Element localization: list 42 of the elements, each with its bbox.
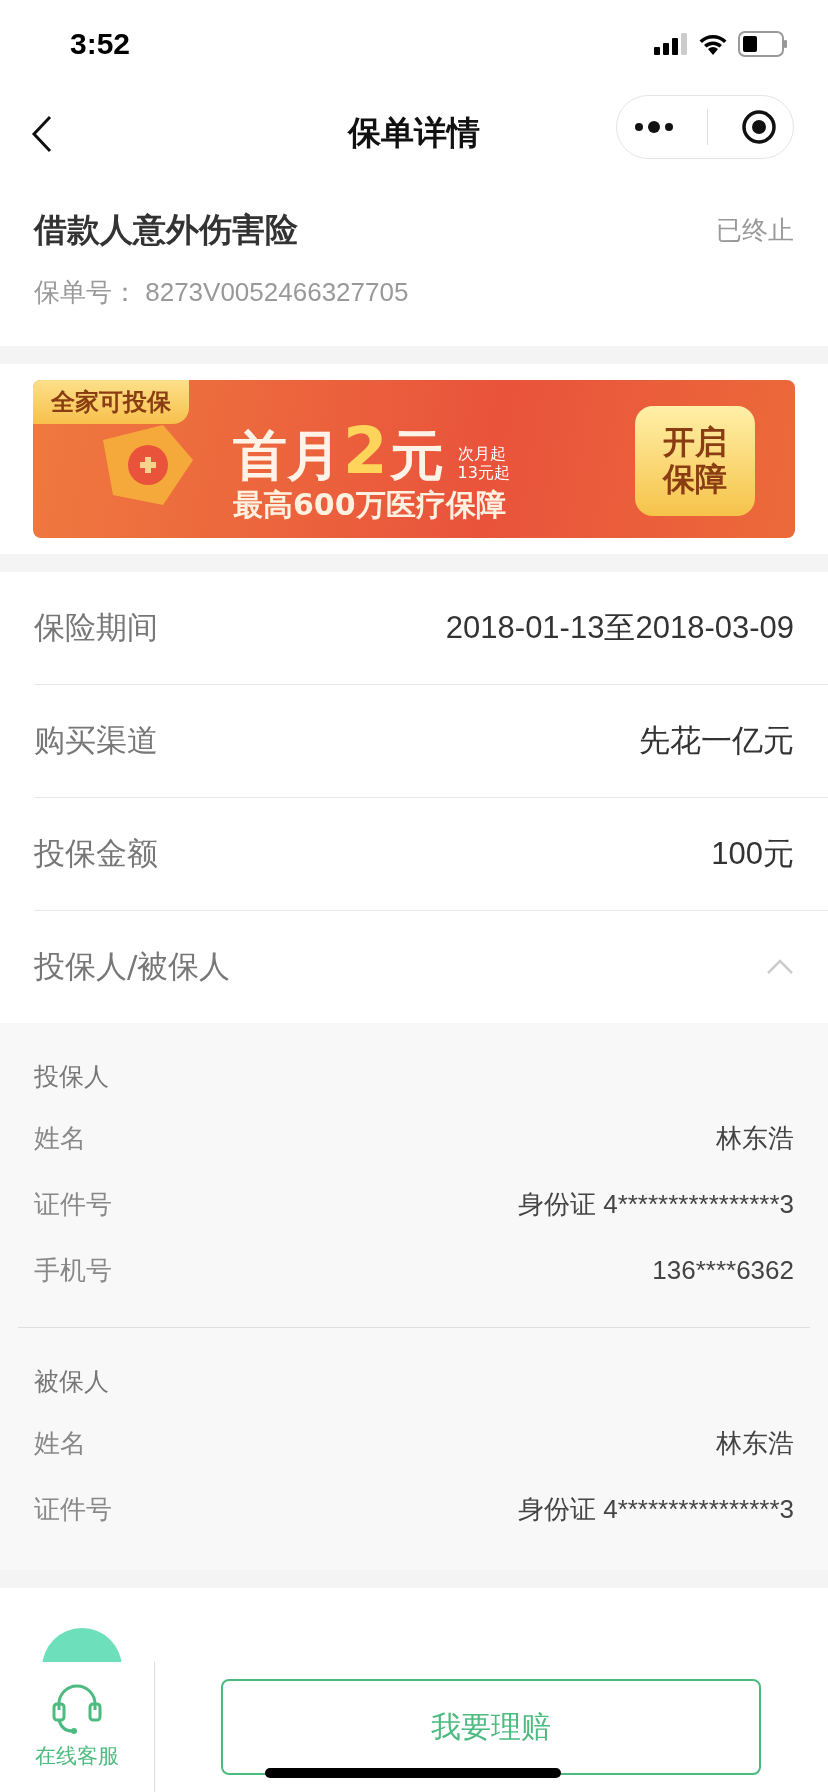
- banner-action-button[interactable]: 开启保障: [635, 406, 755, 516]
- banner-tag: 全家可投保: [33, 380, 189, 424]
- group-title: 投保人: [34, 1060, 110, 1093]
- field-label: 证件号: [34, 1187, 112, 1221]
- banner-price: 2: [343, 418, 388, 483]
- policy-number: 保单号： 8273V0052466327705: [34, 276, 410, 309]
- field-value: 林东浩: [716, 1121, 794, 1155]
- field-value: 身份证 4****************3: [517, 1187, 794, 1221]
- back-icon[interactable]: [30, 115, 54, 153]
- row-value: 2018-01-13至2018-03-09: [445, 609, 794, 647]
- claim-button[interactable]: 我要理赔: [221, 1679, 761, 1775]
- field-label: 姓名: [34, 1426, 86, 1460]
- banner-note: 次月起: [457, 444, 507, 464]
- chevron-icon: [766, 959, 794, 975]
- field-value: 林东浩: [716, 1426, 794, 1460]
- signal-icon: [654, 33, 688, 55]
- page-title: 保单详情: [348, 111, 480, 154]
- row-value: 100元: [711, 835, 794, 873]
- field-label: 手机号: [34, 1253, 112, 1287]
- row-label: 投保人/被保人: [34, 947, 231, 986]
- banner-note: 13元起: [457, 463, 510, 483]
- field-label: 证件号: [34, 1492, 112, 1526]
- parties-toggle[interactable]: 投保人/被保人: [34, 911, 828, 1023]
- close-icon[interactable]: [740, 109, 777, 145]
- row-label: 投保金额: [34, 834, 158, 873]
- banner-headline: 首月: [233, 428, 341, 483]
- row-label: 购买渠道: [34, 721, 158, 760]
- wifi-icon: [698, 33, 728, 55]
- field-value: 136****6362: [652, 1254, 794, 1286]
- policy-name: 借款人意外伤害险: [34, 209, 298, 251]
- policy-status: 已终止: [716, 214, 794, 247]
- status-time: 3:52: [70, 27, 131, 61]
- group-title: 被保人: [34, 1365, 110, 1398]
- row-label: 保险期间: [34, 608, 158, 647]
- row-value: 先花一亿元: [639, 722, 794, 760]
- banner-unit: 元: [389, 428, 444, 483]
- field-value: 身份证 4****************3: [517, 1492, 794, 1526]
- field-label: 姓名: [34, 1121, 86, 1155]
- battery-icon: [738, 31, 788, 57]
- more-icon[interactable]: [633, 120, 674, 134]
- banner-tagline: 最高600万医疗保障: [233, 485, 506, 524]
- headset-icon: [50, 1684, 104, 1736]
